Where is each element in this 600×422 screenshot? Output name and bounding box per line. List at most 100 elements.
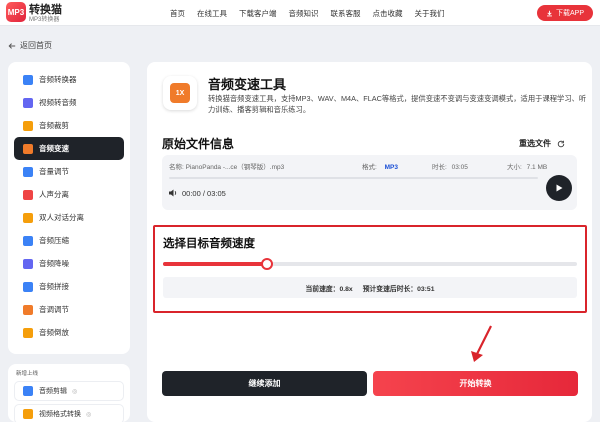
sidebar-item-audio-denoise[interactable]: 音频降噪 [14, 252, 124, 275]
speed-slider-thumb[interactable] [260, 258, 273, 270]
file-size-label: 大小: [507, 164, 522, 171]
sidebar-item-label: 音频压缩 [39, 236, 69, 245]
continue-add-button[interactable]: 继续添加 [162, 371, 367, 396]
logo-icon[interactable]: MP3 [6, 2, 26, 22]
file-size-row: 大小: 7.1 MB [507, 161, 547, 171]
download-app-label: 下载APP [555, 10, 584, 17]
tool-title: 音频变速工具 [208, 77, 287, 92]
audio-speed-icon [23, 143, 33, 154]
brand-subtitle: MP3转换器 [29, 17, 60, 23]
new-tools-heading: 新增上线 [16, 371, 39, 377]
file-name-label: 名称: [169, 164, 184, 171]
sidebar-item-label: 音频倒放 [39, 328, 69, 337]
nav-about[interactable]: 关于我们 [415, 8, 445, 19]
file-size-value: 7.1 MB [526, 164, 548, 171]
audio-converter-icon [23, 74, 33, 85]
estimated-duration-value: 03:51 [417, 285, 435, 293]
download-app-button[interactable]: 下载APP [537, 5, 593, 21]
main-panel: 1X 音频变速工具 转换猫音频变速工具，支持MP3、WAV、M4A、FLAC等格… [147, 62, 592, 422]
download-icon [547, 10, 552, 16]
nav-audio-knowledge[interactable]: 音频知识 [289, 8, 319, 19]
new-badge-icon: ◎ [72, 388, 78, 395]
file-format-label: 格式: [362, 164, 377, 171]
sidebar-item-audio-edit[interactable]: 音频剪辑 ◎ [14, 381, 124, 401]
tool-sidebar: 音频转换器视频转音频音频裁剪音频变速音量调节人声分离双人对话分离 音频压缩音频降噪… [8, 62, 130, 354]
audio-reverse-icon [23, 327, 33, 338]
new-tools-panel: 新增上线 音频剪辑 ◎ 视频格式转换 ◎ [8, 364, 130, 422]
start-convert-button[interactable]: 开始转换 [373, 371, 578, 396]
current-speed-value: 0.8x [339, 285, 353, 293]
file-duration-value: 03:05 [451, 164, 468, 171]
nav-online-tools[interactable]: 在线工具 [197, 8, 227, 19]
reselect-label: 重选文件 [519, 139, 551, 148]
audio-progress-bar[interactable] [169, 177, 538, 179]
audio-denoise-icon [23, 258, 33, 269]
sidebar-item-video-to-audio[interactable]: 视频转音频 [14, 91, 124, 114]
speed-heading: 选择目标音频速度 [163, 238, 255, 250]
vocal-separation-icon [23, 189, 33, 200]
current-speed-label: 当前速度： [305, 285, 340, 293]
speed-slider-fill [163, 262, 267, 266]
file-duration-row: 时长: 03:05 [432, 161, 468, 171]
sidebar-item-label: 双人对话分离 [39, 213, 84, 222]
sidebar-item-label: 音频裁剪 [39, 121, 69, 130]
nav-contact-support[interactable]: 联系客服 [331, 8, 361, 19]
speed-info-bar: 当前速度：0.8x 预计变速后时长：03:51 [163, 277, 577, 298]
tool-icon-frame: 1X [163, 76, 197, 110]
file-duration-label: 时长: [432, 164, 447, 171]
back-home-link[interactable]: 返回首页 [8, 40, 52, 51]
annotation-arrow-icon [471, 325, 492, 362]
sidebar-item-label: 视频转音频 [39, 98, 77, 107]
sidebar-item-label: 音量调节 [39, 167, 69, 176]
nav-download-client[interactable]: 下载客户端 [239, 8, 277, 19]
sidebar-item-dialogue-separation[interactable]: 双人对话分离 [14, 206, 124, 229]
video-icon [23, 409, 33, 419]
back-home-label: 返回首页 [20, 41, 52, 50]
sidebar-item-volume-adjust[interactable]: 音量调节 [14, 160, 124, 183]
sidebar-item-pitch-adjust[interactable]: 音调调节 [14, 298, 124, 321]
audio-merge-icon [23, 281, 33, 292]
tool-description: 转换猫音频变速工具，支持MP3、WAV、M4A、FLAC等格式，提供变速不变调与… [208, 94, 587, 114]
new-badge-icon: ◎ [86, 411, 92, 418]
audio-trim-icon [23, 120, 33, 131]
speed-slider[interactable] [163, 258, 577, 270]
top-header: MP3 转换猫 MP3转换器 首页 在线工具 下载客户端 音频知识 联系客服 点… [0, 0, 600, 26]
play-icon [556, 184, 563, 192]
sidebar-item-label: 音频拼接 [39, 282, 69, 291]
sidebar-item-label: 音频变速 [39, 144, 69, 153]
volume-adjust-icon [23, 166, 33, 177]
estimated-duration-label: 预计变速后时长： [362, 285, 418, 293]
file-name-value: PianoPanda -...ce（钢琴版）.mp3 [185, 164, 285, 171]
arrow-left-icon [8, 42, 16, 49]
nav-bookmark[interactable]: 点击收藏 [373, 8, 403, 19]
sidebar-item-label: 音频转换器 [39, 75, 77, 84]
audio-compress-icon [23, 235, 33, 246]
sidebar-item-audio-reverse[interactable]: 音频倒放 [14, 321, 124, 344]
file-name-row: 名称: PianoPanda -...ce（钢琴版）.mp3 [169, 161, 284, 171]
sidebar-item-audio-speed[interactable]: 音频变速 [14, 137, 124, 160]
file-format-value: MP3 [384, 164, 398, 171]
video-to-audio-icon [23, 97, 33, 108]
sidebar-item-audio-trim[interactable]: 音频裁剪 [14, 114, 124, 137]
current-speed-text: 当前速度：0.8x [306, 283, 353, 293]
speed-select-box: 选择目标音频速度 当前速度：0.8x 预计变速后时长：03:51 [153, 225, 587, 313]
sidebar-item-audio-compress[interactable]: 音频压缩 [14, 229, 124, 252]
original-file-heading: 原始文件信息 [162, 137, 235, 151]
nav-home[interactable]: 首页 [170, 8, 185, 19]
sidebar-item-label: 音频降噪 [39, 259, 69, 268]
sidebar-item-video-convert[interactable]: 视频格式转换 ◎ [14, 404, 124, 422]
sidebar-item-vocal-separation[interactable]: 人声分离 [14, 183, 124, 206]
dialogue-separation-icon [23, 212, 33, 223]
play-button[interactable] [546, 175, 572, 201]
sidebar-item-label: 人声分离 [39, 190, 69, 199]
volume-icon[interactable] [168, 188, 178, 198]
file-info-card: 名称: PianoPanda -...ce（钢琴版）.mp3 格式: MP3 时… [162, 155, 577, 210]
sidebar-item-label: 视频格式转换 [39, 411, 81, 418]
refresh-icon [557, 140, 565, 147]
pitch-adjust-icon [23, 304, 33, 315]
sidebar-item-label: 音调调节 [39, 305, 69, 314]
reselect-file-button[interactable]: 重选文件 [519, 138, 565, 149]
sidebar-item-audio-converter[interactable]: 音频转换器 [14, 68, 124, 91]
scissors-icon [23, 386, 33, 396]
sidebar-item-audio-merge[interactable]: 音频拼接 [14, 275, 124, 298]
